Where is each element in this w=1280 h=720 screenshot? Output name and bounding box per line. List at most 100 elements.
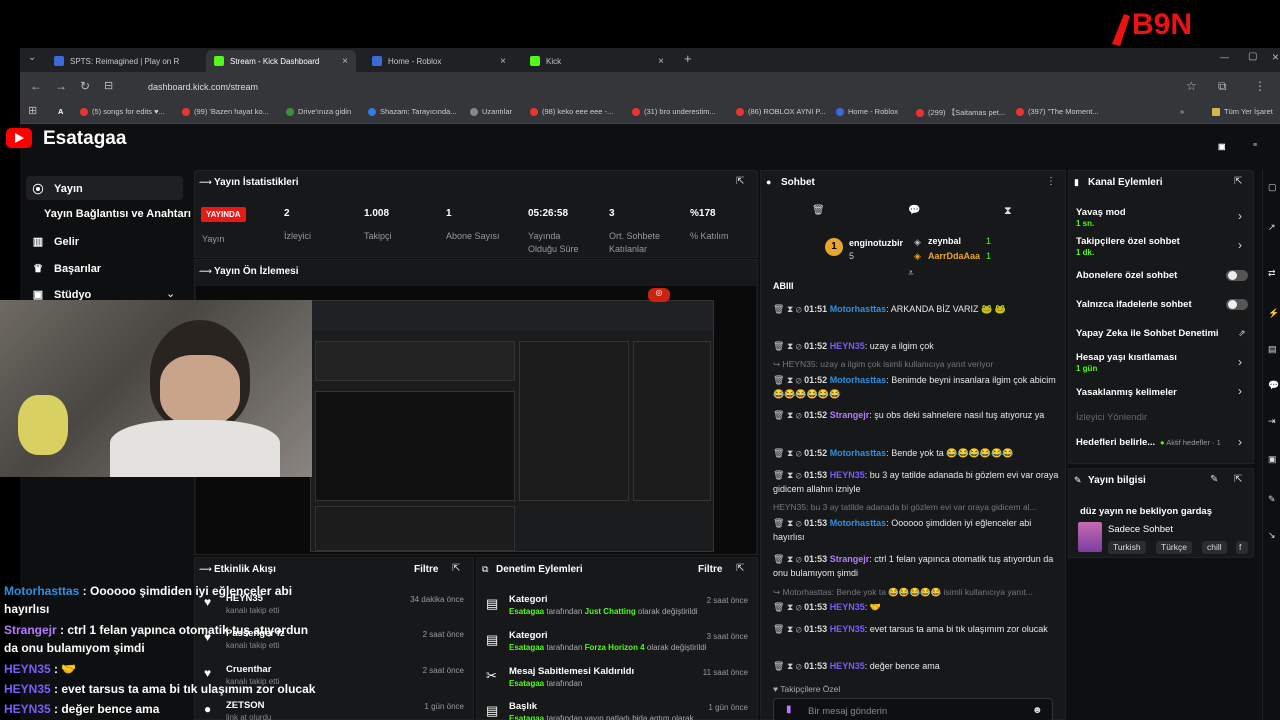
- sidebar-item-yayin[interactable]: ⦿ Yayın: [32, 181, 83, 197]
- browser-tab-kick[interactable]: Kick ×: [522, 50, 672, 72]
- sidebar-item-basarilar[interactable]: ♛ Başarılar: [32, 262, 101, 276]
- extensions-icon[interactable]: ⧉: [1218, 79, 1227, 94]
- follower-only-label[interactable]: Takipçilere özel sohbet: [1076, 236, 1180, 247]
- bookmark-item[interactable]: (31) bro underestim...: [632, 107, 716, 116]
- message-username[interactable]: Motorhasttas: [830, 518, 887, 528]
- bookmark-item[interactable]: (86) ROBLOX AYNI P...: [736, 107, 826, 116]
- moderator-name[interactable]: Esatagaa: [509, 643, 544, 652]
- browser-tab-roblox-home[interactable]: Home - Roblox ×: [364, 50, 514, 72]
- close-tab-icon[interactable]: ×: [342, 56, 348, 67]
- message-username[interactable]: HEYN35: [830, 624, 865, 634]
- sidebar-item-gelir[interactable]: ▥ Gelir: [32, 235, 79, 249]
- timeout-icon[interactable]: ⧗: [787, 518, 796, 528]
- ban-icon[interactable]: ⊘: [796, 448, 804, 458]
- message-username[interactable]: HEYN35: [830, 341, 865, 351]
- chat-bubble-icon[interactable]: 💬: [908, 205, 920, 216]
- bookmark-item[interactable]: Drive'ınıza gidin: [286, 107, 351, 116]
- delete-message-icon[interactable]: 🗑: [773, 304, 787, 314]
- bookmark-star-icon[interactable]: ☆: [1186, 79, 1197, 93]
- bookmark-item[interactable]: Home - Roblox: [836, 107, 898, 116]
- message-username[interactable]: Motorhasttas: [830, 448, 887, 458]
- message-username[interactable]: HEYN35: [830, 470, 865, 480]
- timeout-icon[interactable]: ⧗: [787, 554, 796, 564]
- delete-message-icon[interactable]: 🗑: [773, 554, 787, 564]
- ai-moderation-label[interactable]: Yapay Zeka ile Sohbet Denetimi: [1076, 328, 1219, 339]
- bookmark-a[interactable]: A: [58, 107, 63, 116]
- delete-message-icon[interactable]: 🗑: [773, 410, 787, 420]
- window-close-icon[interactable]: ×: [1272, 50, 1279, 64]
- banned-words-label[interactable]: Yasaklanmış kelimeler: [1076, 387, 1177, 398]
- rail-icon-5[interactable]: ▤: [1268, 344, 1277, 355]
- popout-icon[interactable]: ⇱: [452, 563, 460, 574]
- sidebar-item-stream-key[interactable]: Yayın Bağlantısı ve Anahtarı: [44, 208, 191, 220]
- tag-turkce[interactable]: Türkçe: [1156, 541, 1192, 554]
- rail-icon-7[interactable]: ⇥: [1268, 416, 1276, 427]
- ban-icon[interactable]: ⊘: [796, 624, 804, 634]
- account-age-label[interactable]: Hesap yaşı kısıtlaması: [1076, 352, 1177, 363]
- timeout-icon[interactable]: ⧗: [787, 448, 796, 458]
- ban-icon[interactable]: ⊘: [796, 518, 804, 528]
- close-tab-icon[interactable]: ×: [500, 56, 506, 67]
- timeout-icon[interactable]: ⧗: [787, 624, 796, 634]
- timeout-icon[interactable]: ⧗: [787, 304, 796, 314]
- goals-label[interactable]: Hedefleri belirle...: [1076, 437, 1155, 448]
- apps-grid-icon[interactable]: ⊞: [28, 104, 37, 117]
- delete-message-icon[interactable]: 🗑: [773, 602, 787, 612]
- delete-message-icon[interactable]: 🗑: [773, 518, 787, 528]
- popout-icon[interactable]: ⇱: [736, 563, 744, 574]
- rail-icon-1[interactable]: ▢: [1268, 182, 1277, 193]
- reload-icon[interactable]: ↻: [80, 79, 90, 93]
- minimize-icon[interactable]: —: [1220, 52, 1229, 62]
- external-link-icon[interactable]: ⇗: [1238, 328, 1246, 339]
- message-username[interactable]: Strangejr: [830, 410, 870, 420]
- delete-message-icon[interactable]: 🗑: [773, 375, 787, 385]
- rail-icon-3[interactable]: ⇄: [1268, 268, 1276, 279]
- message-username[interactable]: HEYN35: [830, 661, 865, 671]
- popout-icon[interactable]: ⇱: [1234, 176, 1242, 187]
- moderator-name[interactable]: Esatagaa: [509, 607, 544, 616]
- moderation-filter-button[interactable]: Filtre: [698, 564, 722, 575]
- ban-icon[interactable]: ⊘: [796, 661, 804, 671]
- trash-icon[interactable]: 🗑: [812, 205, 825, 216]
- tag-chill[interactable]: chill: [1202, 541, 1227, 554]
- chevron-right-icon[interactable]: ›: [1238, 384, 1242, 398]
- user-menu-icon[interactable]: ≡: [1253, 142, 1257, 149]
- delete-message-icon[interactable]: 🗑: [773, 661, 787, 671]
- chevron-right-icon[interactable]: ›: [1238, 238, 1242, 252]
- delete-message-icon[interactable]: 🗑: [773, 448, 787, 458]
- edit-icon[interactable]: ✎: [1210, 474, 1218, 485]
- chat-input-placeholder[interactable]: Bir mesaj gönderin: [808, 706, 887, 717]
- rail-icon-9[interactable]: ✎: [1268, 494, 1276, 505]
- activity-username[interactable]: Cruenthar: [226, 664, 271, 675]
- close-tab-icon[interactable]: ×: [658, 56, 664, 67]
- timeout-icon[interactable]: ⧗: [787, 375, 796, 385]
- browser-tab-spts[interactable]: SPTS: Reimagined | Play on R: [46, 50, 204, 72]
- ban-icon[interactable]: ⊘: [796, 602, 804, 612]
- bookmark-item[interactable]: Uzantılar: [470, 107, 512, 116]
- bookmark-item[interactable]: (99) 'Bazen hayat ko...: [182, 107, 269, 116]
- chevron-right-icon[interactable]: ›: [1238, 355, 1242, 369]
- tab-search-icon[interactable]: ⌄: [28, 52, 36, 63]
- rail-icon-4[interactable]: ⚡: [1268, 308, 1279, 319]
- chat-menu-icon[interactable]: ⋮: [1046, 176, 1056, 187]
- ban-icon[interactable]: ⊘: [796, 470, 804, 480]
- tag-turkish[interactable]: Turkish: [1108, 541, 1146, 554]
- rail-icon-8[interactable]: ▣: [1268, 454, 1277, 465]
- message-username[interactable]: HEYN35: [830, 602, 865, 612]
- chevron-down-icon[interactable]: ⌄: [166, 287, 175, 300]
- top-user-3-name[interactable]: AarrDdaAaa: [928, 251, 980, 261]
- ban-icon[interactable]: ⊘: [796, 375, 804, 385]
- ban-icon[interactable]: ⊘: [796, 341, 804, 351]
- maximize-icon[interactable]: ▢: [1248, 51, 1257, 62]
- back-icon[interactable]: ←: [30, 79, 42, 93]
- popout-icon[interactable]: ⇱: [1234, 474, 1242, 485]
- emoji-icon[interactable]: ☻: [1032, 705, 1043, 716]
- popout-icon[interactable]: ⇱: [736, 176, 744, 187]
- sub-only-toggle[interactable]: [1226, 270, 1248, 281]
- activity-username[interactable]: ZETSON: [226, 700, 265, 711]
- url-field[interactable]: dashboard.kick.com/stream: [148, 82, 258, 92]
- top-user-1-name[interactable]: enginotuzbir: [849, 238, 903, 248]
- header-badge-icon[interactable]: ▣: [1218, 142, 1226, 151]
- browser-tab-kick-dashboard[interactable]: Stream - Kick Dashboard ×: [206, 50, 356, 72]
- moderator-name[interactable]: Esatagaa: [509, 714, 544, 720]
